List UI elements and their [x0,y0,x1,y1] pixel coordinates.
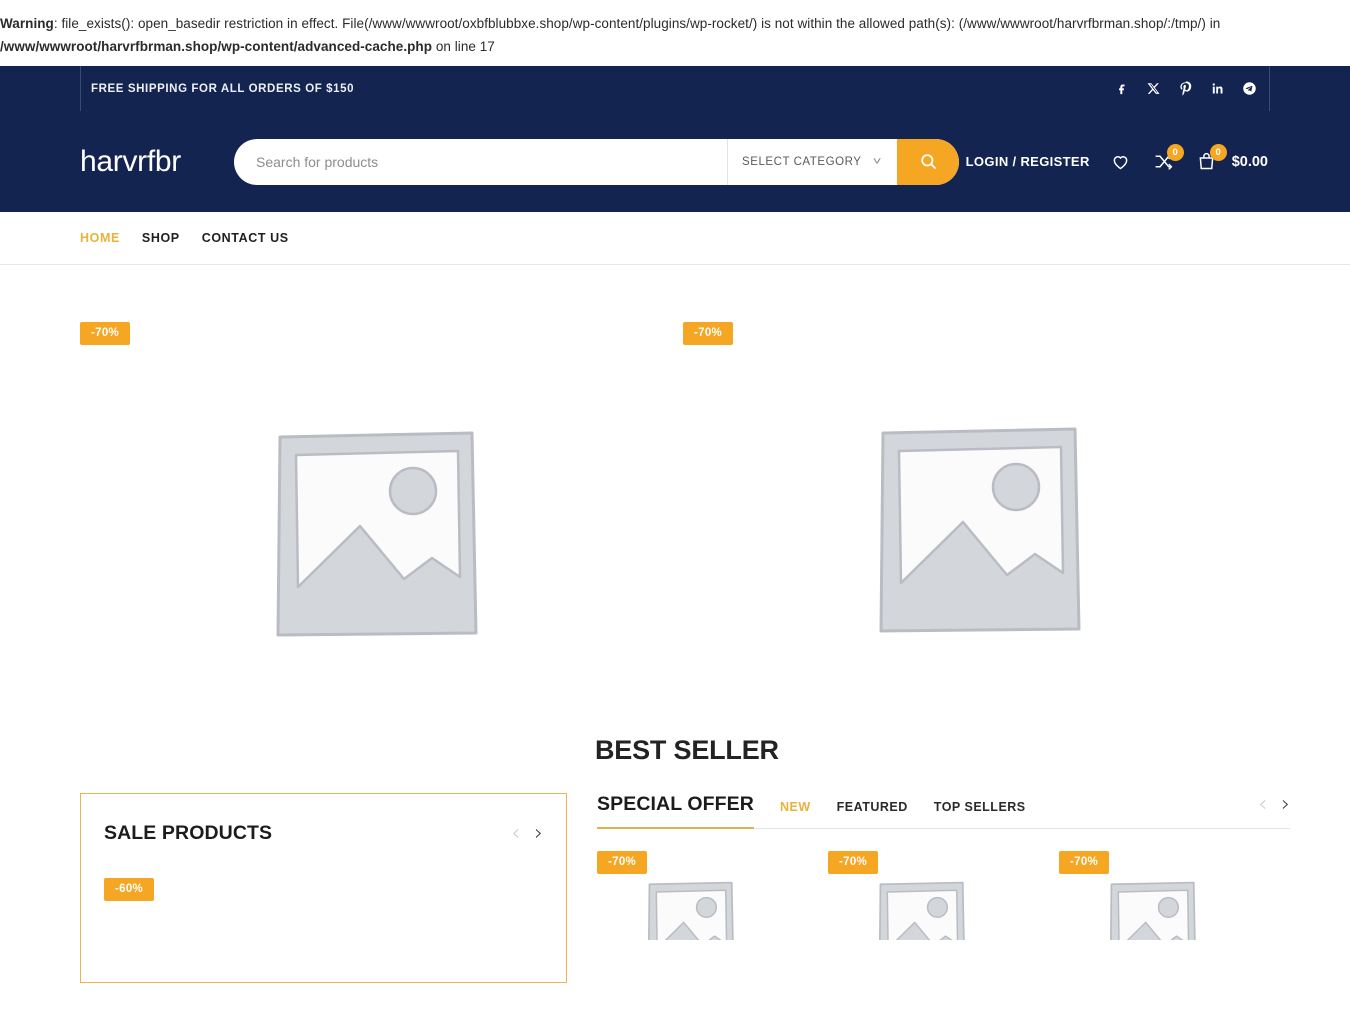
hero-banner-left[interactable]: -70% [80,265,680,735]
special-offer-prev-button[interactable]: ‹ [1258,794,1267,816]
special-offer-next-button[interactable]: › [1281,794,1290,816]
hero-banner-area: -70% -70% [80,265,1270,735]
product-search-bar: SELECT CATEGORY ˅ [234,138,959,185]
offer-card-1-badge: -70% [597,851,648,874]
search-input[interactable] [234,138,727,185]
special-offer-header: SPECIAL OFFER NEW FEATURED TOP SELLERS ‹… [597,793,1290,829]
offer-card-2[interactable]: -70% [828,851,1059,970]
hero-sale-badge-1: -70% [80,322,131,345]
x-twitter-icon[interactable] [1145,81,1161,97]
placeholder-image-2 [875,423,1085,643]
warning-label: Warning [0,16,54,31]
best-seller-heading-row: BEST SELLER [80,735,1270,793]
site-logo[interactable]: harvrfbr [80,145,228,179]
compare-button[interactable]: 0 [1152,143,1184,174]
product-panels: SALE PRODUCTS ‹ › -60% SPECIAL OFFER NEW… [80,793,1290,983]
offer-card-1-placeholder-image [645,880,828,970]
tab-top-sellers[interactable]: TOP SELLERS [934,800,1026,817]
free-shipping-message: FREE SHIPPING FOR ALL ORDERS OF $150 [91,82,355,95]
special-offer-cards: -70% -70% -70% [597,851,1290,970]
search-button[interactable] [897,138,959,185]
category-select[interactable]: SELECT CATEGORY ˅ [727,138,897,185]
tab-featured[interactable]: FEATURED [837,800,908,817]
heart-icon [1113,156,1128,170]
offer-card-2-badge: -70% [828,851,879,874]
php-warning-block: Warning: file_exists(): open_basedir res… [0,0,1350,66]
chevron-down-icon: ˅ [872,155,883,168]
sale-products-badge-1: -60% [104,878,155,901]
sale-products-prev-button[interactable]: ‹ [511,822,520,845]
sale-products-title: SALE PRODUCTS [104,822,273,844]
facebook-icon[interactable] [1113,81,1129,97]
cart-badge: 0 [1209,143,1227,161]
placeholder-image-1 [272,427,482,647]
sale-products-header: SALE PRODUCTS ‹ › [104,822,543,845]
offer-card-1[interactable]: -70% [597,851,828,970]
warning-line-1: : file_exists(): open_basedir restrictio… [53,16,1221,31]
hero-banner-right[interactable]: -70% [680,265,1270,735]
nav-item-contact-us[interactable]: CONTACT US [202,231,289,245]
nav-item-home[interactable]: HOME [80,231,120,245]
special-offer-carousel-arrows: ‹ › [1258,794,1290,817]
nav-item-shop[interactable]: SHOP [142,231,180,245]
search-icon [920,154,936,170]
offer-card-3[interactable]: -70% [1059,851,1290,970]
offer-card-3-placeholder-image [1107,880,1290,970]
offer-card-3-badge: -70% [1059,851,1110,874]
main-navigation: HOME SHOP CONTACT US [0,212,1350,265]
login-register-link[interactable]: LOGIN / REGISTER [966,154,1090,169]
special-offer-active-underline [597,827,754,829]
linkedin-icon[interactable] [1209,81,1225,97]
warning-file-path: /www/wwwroot/harvrfbrman.shop/wp-content… [0,39,433,54]
pinterest-icon[interactable] [1177,81,1193,97]
wishlist-button[interactable] [1109,150,1133,174]
social-links [1113,81,1269,97]
header-actions: LOGIN / REGISTER 0 0 $0.00 [966,143,1270,174]
warning-line-tail: on line 17 [432,39,495,54]
top-bar: FREE SHIPPING FOR ALL ORDERS OF $150 [0,66,1350,111]
sale-products-panel: SALE PRODUCTS ‹ › -60% [80,793,567,983]
hero-sale-badge-2: -70% [683,322,734,345]
compare-badge: 0 [1166,143,1184,161]
best-seller-title: BEST SELLER [595,735,779,765]
telegram-icon[interactable] [1241,81,1257,97]
site-header: harvrfbr SELECT CATEGORY ˅ LOGIN / REGIS… [0,111,1350,212]
tab-new[interactable]: NEW [780,800,811,817]
special-offer-title: SPECIAL OFFER [597,793,754,815]
category-select-label: SELECT CATEGORY [742,155,862,168]
special-offer-panel: SPECIAL OFFER NEW FEATURED TOP SELLERS ‹… [597,793,1290,970]
cart-button[interactable]: 0 [1195,143,1227,174]
cart-total[interactable]: $0.00 [1232,154,1268,170]
offer-card-2-placeholder-image [876,880,1059,970]
sale-products-carousel-arrows: ‹ › [511,822,543,845]
sale-products-next-button[interactable]: › [534,822,543,845]
